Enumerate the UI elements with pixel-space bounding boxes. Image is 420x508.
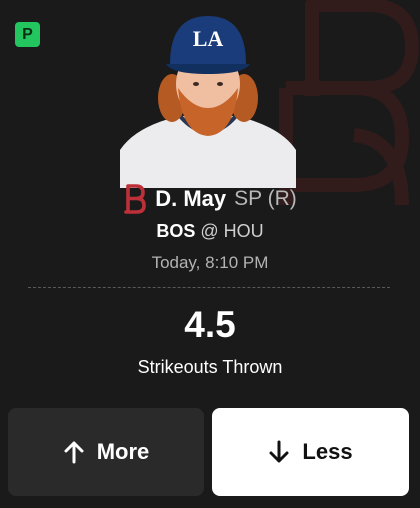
promo-badge: P: [15, 22, 40, 47]
projection-value: 4.5: [184, 304, 236, 345]
player-name: D. May: [155, 186, 227, 211]
less-button-label: Less: [302, 439, 353, 464]
matchup: BOS @ HOU: [0, 220, 420, 242]
pick-card: P LA D. May SP (R) BOS @ HOU Today, 8:10…: [0, 0, 420, 508]
promo-badge-label: P: [22, 25, 33, 43]
player-position: SP (R): [234, 187, 297, 210]
less-button[interactable]: Less: [212, 408, 409, 496]
arrow-down-icon: [269, 440, 289, 463]
projection-stat: Strikeouts Thrown: [137, 357, 283, 377]
opponent-team: HOU: [223, 221, 264, 241]
player-info-row: D. May SP (R): [0, 180, 420, 218]
matchup-separator: @: [200, 221, 219, 241]
more-button[interactable]: More: [8, 408, 204, 496]
arrow-up-icon: [64, 441, 84, 464]
game-time: Today, 8:10 PM: [151, 253, 269, 272]
player-team: BOS: [156, 221, 196, 241]
more-button-label: More: [96, 439, 150, 464]
red-sox-logo: [124, 184, 147, 214]
player-photo: LA: [114, 8, 302, 188]
divider: [28, 287, 390, 288]
svg-text:LA: LA: [193, 26, 224, 51]
